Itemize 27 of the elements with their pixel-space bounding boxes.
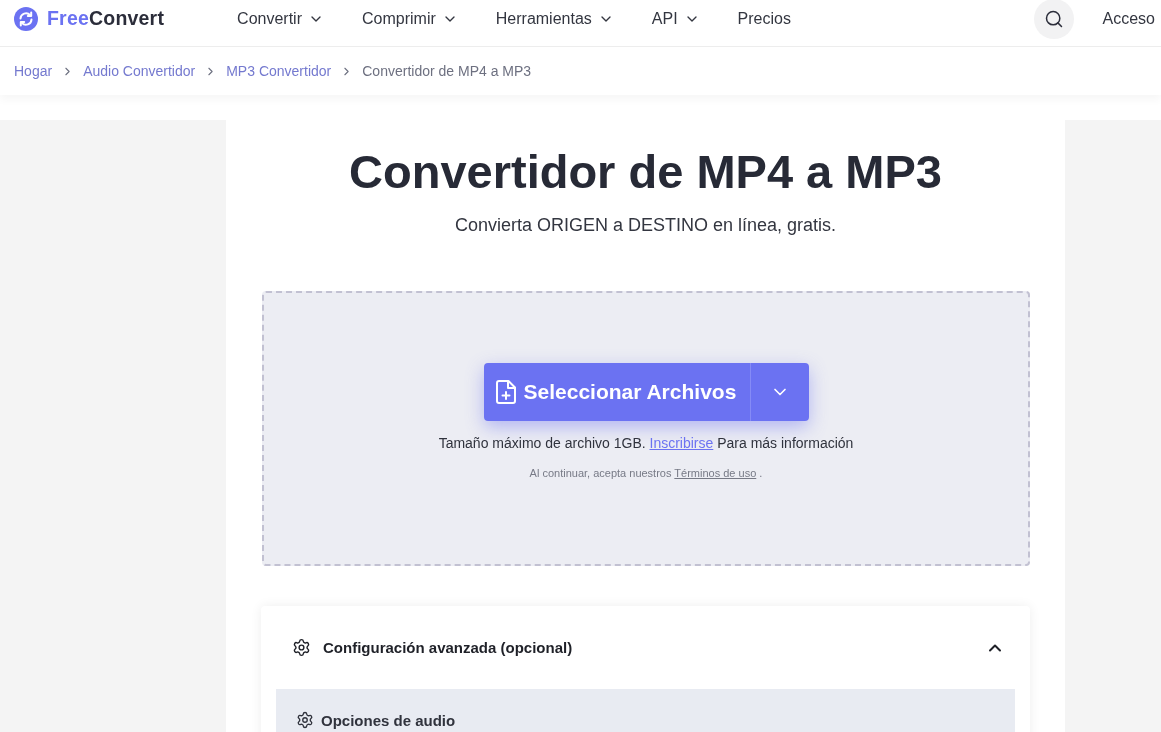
- nav-menu-item[interactable]: Comprimir: [362, 9, 458, 28]
- terms-link[interactable]: Términos de uso: [674, 467, 757, 479]
- search-button[interactable]: [1033, 0, 1074, 39]
- nav-menu-item[interactable]: Convertir: [237, 9, 324, 28]
- breadcrumb-link[interactable]: MP3 Convertidor: [226, 63, 332, 79]
- select-files-button[interactable]: Seleccionar Archivos: [483, 363, 750, 421]
- page-subtitle: Convierta ORIGEN a DESTINO en línea, gratis.: [454, 214, 837, 236]
- file-drop-zone[interactable]: Seleccionar Archivos Tamaño máximo de archivo 1GB. Inscribirse Para más información Al continuar, acepta nuestros Términos de uso .: [262, 291, 1030, 566]
- nav-menu-item[interactable]: Precios: [737, 9, 791, 28]
- advanced-settings-title: Configuración avanzada (opcional): [323, 639, 574, 656]
- settings-icon: [296, 711, 314, 729]
- nav-menu-item[interactable]: Herramientas: [495, 9, 614, 28]
- breadcrumb-link[interactable]: Hogar: [14, 63, 53, 79]
- logo[interactable]: FreeConvert: [14, 6, 165, 31]
- file-plus-icon: [495, 380, 516, 404]
- section-title: Opciones de audio: [321, 711, 456, 729]
- logo-text: FreeConvert: [47, 7, 165, 30]
- breadcrumb-link[interactable]: Audio Convertidor: [83, 63, 196, 79]
- login-link[interactable]: Acceso: [1102, 9, 1155, 28]
- logo-icon: [14, 6, 38, 31]
- terms-note: Al continuar, acepta nuestros Términos de uso .: [529, 466, 763, 480]
- nav-menu-item[interactable]: API: [651, 9, 700, 28]
- search-icon: [1043, 8, 1064, 29]
- file-size-note: Tamaño máximo de archivo 1GB. Inscribirse Para más información: [438, 434, 854, 452]
- breadcrumb-current: Convertidor de MP4 a MP3: [362, 63, 532, 79]
- page-title: Convertidor de MP4 a MP3: [349, 144, 942, 200]
- settings-icon: [292, 638, 311, 657]
